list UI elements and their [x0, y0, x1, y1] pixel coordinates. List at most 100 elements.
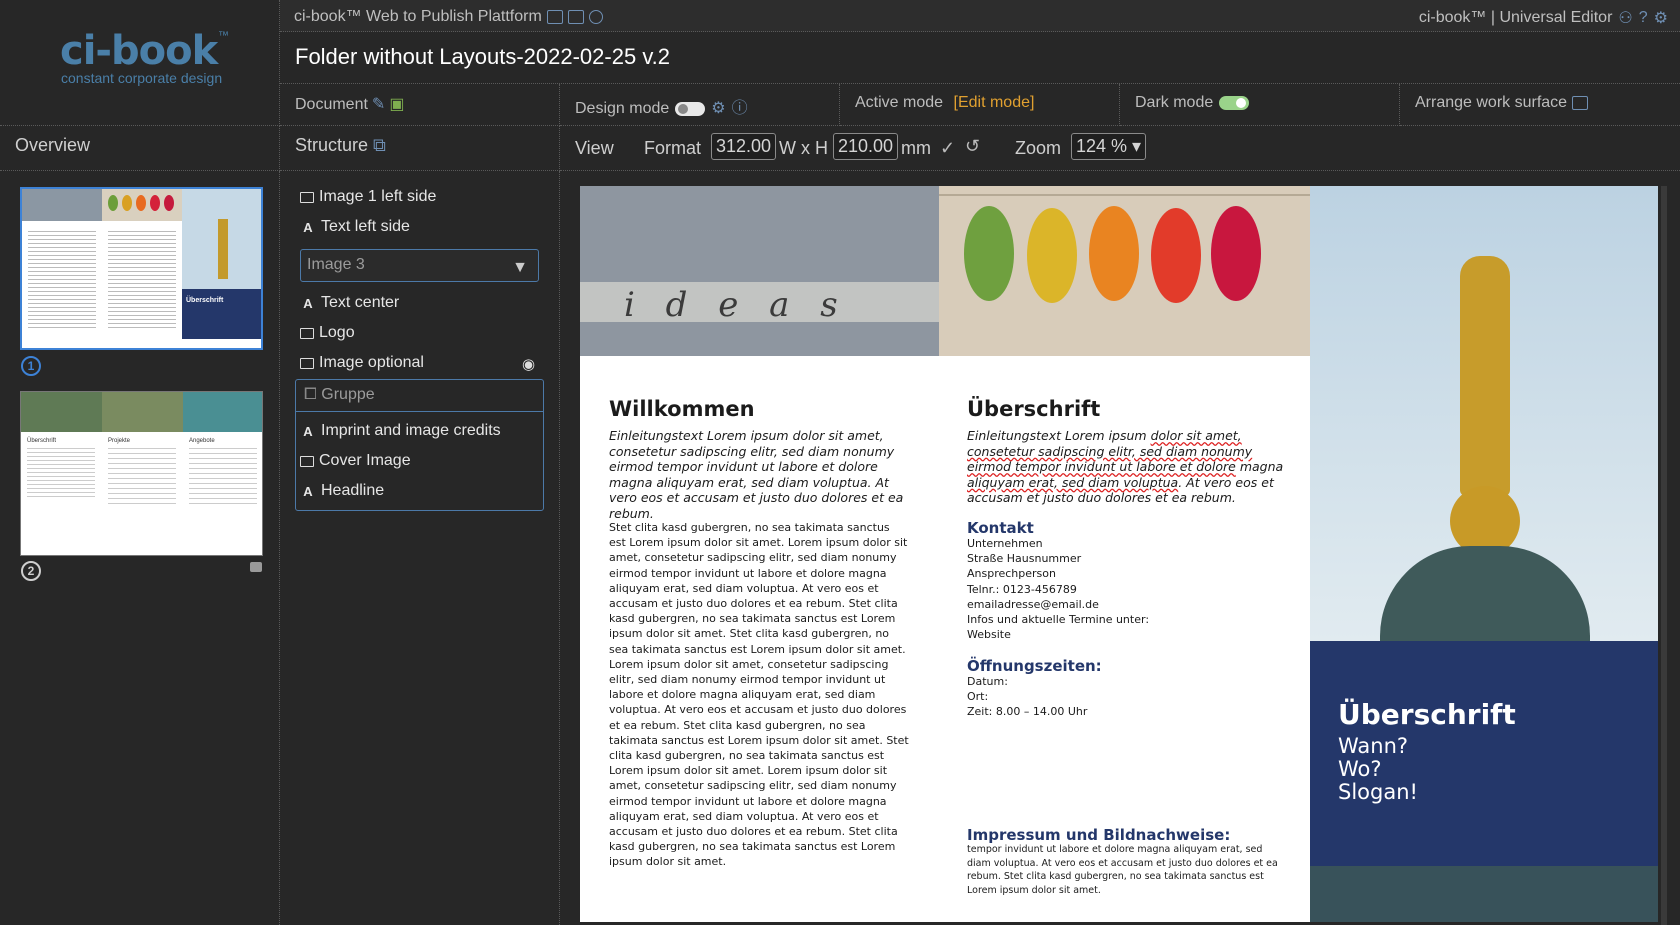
thumb2-image-b [102, 392, 183, 432]
text-icon: A [303, 219, 313, 235]
active-mode-section: Active mode [Edit mode] [840, 84, 1120, 126]
app-title: ci-book™ Web to Publish Plattform [294, 8, 603, 26]
thumb2-col-1: Überschrift [27, 438, 57, 444]
dark-mode-label: Dark mode [1135, 94, 1214, 111]
window-icon[interactable] [1572, 95, 1589, 110]
text-icon: A [303, 295, 313, 311]
design-mode-label: Design mode [575, 100, 670, 117]
leaves-image[interactable] [939, 186, 1310, 356]
center-intro: Einleitungstext Lorem ipsum dolor sit am… [967, 428, 1284, 505]
structure-label: Structure [295, 135, 369, 155]
edit-pencil-icon[interactable]: ✎ [372, 96, 385, 113]
image-select[interactable]: Image 3 ▼ [300, 249, 539, 282]
external-link-icon[interactable]: ⧉ [373, 135, 386, 155]
help-icon[interactable]: ? [1639, 9, 1648, 27]
cover-block[interactable]: Überschrift Wann? Wo? Slogan! [1310, 641, 1658, 866]
view-header: View Format 312.00 W x H 210.00 mm ✓ ↺ Z… [560, 126, 1680, 171]
reset-icon[interactable]: ↺ [965, 136, 980, 157]
group-icon: ⧠ [304, 386, 317, 403]
hours-lines: Datum: Ort: Zeit: 8.00 – 14.00 Uhr [967, 675, 1088, 719]
text-icon: A [303, 423, 313, 439]
canvas-scrollbar[interactable] [1661, 186, 1667, 925]
structure-header: Structure ⧉ [280, 126, 560, 171]
ideas-image[interactable]: i d e a s [580, 186, 939, 356]
unit-label: mm [901, 138, 931, 158]
gears-icon[interactable]: ⚙ [711, 100, 725, 117]
imprint-text: tempor invidunt ut labore et dolore magn… [967, 844, 1278, 896]
thumb-image-ideas [22, 189, 102, 221]
cover-bottom-image [1310, 866, 1658, 922]
dark-mode-toggle[interactable] [1219, 95, 1250, 110]
active-mode-label: Active mode [855, 94, 944, 111]
contact-lines: Unternehmen Straße Hausnummer Ansprechpers… [967, 537, 1150, 642]
eye-icon[interactable]: ◉ [522, 355, 535, 373]
id-card-icon[interactable] [546, 9, 563, 24]
structure-item-text-center[interactable]: A Text center [300, 294, 399, 312]
thumb2-col-2: Projekte [108, 438, 131, 444]
statue-image[interactable] [1310, 186, 1658, 641]
structure-item-cover-image[interactable]: Cover Image [300, 452, 411, 470]
confirm-icon[interactable]: ✓ [940, 138, 955, 159]
image-icon [300, 191, 314, 203]
cover-title: Überschrift [1338, 698, 1516, 731]
zoom-label: Zoom [1015, 138, 1062, 158]
left-intro: Einleitungstext Lorem ipsum dolor sit am… [609, 428, 904, 521]
lock-icon [250, 562, 262, 572]
structure-item-headline[interactable]: A Headline [300, 482, 384, 500]
view-label: View [575, 138, 614, 158]
document-label: Document [295, 96, 368, 113]
active-mode-value[interactable]: [Edit mode] [954, 94, 1035, 111]
save-icon[interactable]: ▣ [389, 96, 404, 113]
height-input[interactable]: 210.00 [833, 133, 899, 160]
page-number-2: 2 [21, 561, 41, 581]
page-thumbnail-1[interactable]: Überschrift [20, 187, 263, 350]
document-section: Document ✎ ▣ [280, 84, 560, 126]
arrange-section: Arrange work surface [1400, 84, 1680, 126]
document-canvas[interactable]: i d e a s Überschrift Wann? Wo? Slogan! Wi… [580, 186, 1658, 922]
info-icon[interactable]: ⓘ [732, 100, 748, 117]
design-mode-section: Design mode ⚙ ⓘ [560, 84, 840, 126]
dark-mode-section: Dark mode [1120, 84, 1400, 126]
thumb2-col-3: Angebote [189, 438, 215, 444]
thumb-image-leaves [102, 189, 182, 221]
imprint-title: Impressum und Bildnachweise: [967, 826, 1231, 844]
hours-title: Öffnungszeiten: [967, 657, 1102, 675]
thumb2-image-a [21, 392, 102, 432]
ideas-text: i d e a s [624, 285, 848, 325]
arrange-label: Arrange work surface [1415, 94, 1568, 111]
group-header[interactable]: ⧠ Gruppe [296, 380, 543, 412]
zoom-select[interactable]: 124 % ▾ [1071, 133, 1147, 160]
format-label: Format [644, 138, 702, 158]
left-body: Stet clita kasd gubergren, no sea takima… [609, 521, 909, 869]
editor-label: ci-book™ | Universal Editor ⚇? ⚙ [1418, 8, 1668, 28]
design-mode-toggle[interactable] [675, 101, 706, 116]
user-badge-icon[interactable] [588, 9, 603, 24]
page-thumbnail-2[interactable]: Überschrift Projekte Angebote [20, 391, 263, 556]
brand-tm: ™ [218, 30, 229, 42]
thumb2-text-2 [108, 448, 176, 508]
structure-item-image-optional[interactable]: Image optional [300, 354, 424, 372]
contact-title: Kontakt [967, 519, 1034, 537]
structure-item-logo[interactable]: Logo [300, 324, 355, 342]
publish-icon[interactable] [567, 9, 584, 24]
image-icon [300, 327, 314, 339]
left-title: Willkommen [609, 397, 755, 421]
thumb2-text-3 [189, 448, 257, 508]
brand-tagline: constant corporate design [61, 70, 223, 86]
structure-item-imprint[interactable]: A Imprint and image credits [300, 422, 500, 440]
structure-item-image-1[interactable]: Image 1 left side [300, 188, 436, 206]
user-icon[interactable]: ⚇ [1618, 8, 1632, 28]
center-title: Überschrift [967, 397, 1101, 421]
structure-item-text-left[interactable]: A Text left side [300, 218, 410, 236]
structure-panel [280, 171, 560, 925]
thumb-cover-title: Überschrift [186, 297, 224, 304]
width-input[interactable]: 312.00 [711, 133, 777, 160]
top-bar: ci-book™ Web to Publish Plattform ci-boo… [280, 0, 1680, 32]
cover-lines: Wann? Wo? Slogan! [1338, 734, 1418, 804]
overview-header: Overview [0, 126, 280, 171]
thumb-text-center [108, 231, 176, 331]
wxh-label: W x H [779, 138, 828, 158]
settings-icon[interactable]: ⚙ [1654, 8, 1668, 28]
thumb2-image-c [183, 392, 262, 432]
brand-logo: ci-book ™ constant corporate design [0, 0, 280, 126]
